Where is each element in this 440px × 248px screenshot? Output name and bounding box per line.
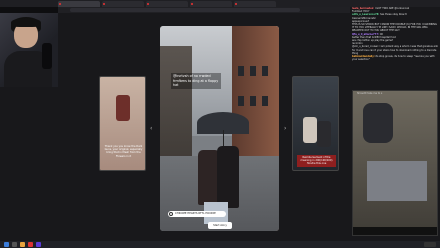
product-tag[interactable]: CHROME HEARTS RTTL HOODIE [168,211,226,217]
story-caption: Reimbursement of the meaning in 200(100/… [297,155,336,167]
microphone [42,43,52,69]
start-story-button[interactable]: Start story [208,222,232,229]
chat-message: batman4andaily: its stop gnosis, its how… [352,55,435,62]
youtube-favicon-icon [235,2,237,5]
browser-tab[interactable] [58,0,100,7]
youtube-favicon-icon [191,2,193,5]
folder-icon[interactable] [20,242,25,247]
next-story-card[interactable]: Reimbursement of the meaning in 200(100/… [292,76,339,171]
next-arrow-icon[interactable]: › [284,126,290,132]
previous-arrow-icon[interactable]: ‹ [150,126,156,132]
tag-icon [169,212,173,216]
system-tray[interactable] [424,242,436,247]
youtube-favicon-icon [147,2,149,5]
browser-tab[interactable] [102,0,144,7]
url-field[interactable] [70,8,300,12]
video-control-bar[interactable] [353,227,437,235]
screen: Thank you you know the Dark Guns, your o… [0,0,440,248]
chat-message: THIS IS SO SHOCK BUT I KNOW THE DOUBLE (… [352,23,437,33]
browser-tab[interactable] [234,0,276,7]
chat-embedded-video[interactable]: Showdit take me to s [352,90,438,236]
youtube-favicon-icon [103,2,105,5]
story-caption: Thank you you know the Dark Guns, your o… [104,145,143,158]
browser-tab-bar [0,0,440,7]
search-icon[interactable] [12,242,17,247]
previous-story-card[interactable]: Thank you you know the Dark Guns, your o… [99,76,146,171]
story-overlay-text: @kvrtvsh of no rrwded frmfbms to ding at… [171,73,221,89]
start-icon[interactable] [4,242,9,247]
app-icon[interactable] [36,242,41,247]
chat-message: @zzr_u_bored_cruiser: I am potent way a … [352,45,438,55]
youtube-favicon-icon [59,2,61,5]
chat-message: Showdit take me to s [357,92,383,95]
streamer-webcam [0,13,58,87]
taskbar [0,241,440,248]
browser-tab[interactable] [190,0,232,7]
browser-icon[interactable] [28,242,33,247]
current-story-video[interactable]: @kvrtvsh of no rrwded frmfbms to ding at… [160,26,279,231]
browser-tab[interactable] [146,0,188,7]
